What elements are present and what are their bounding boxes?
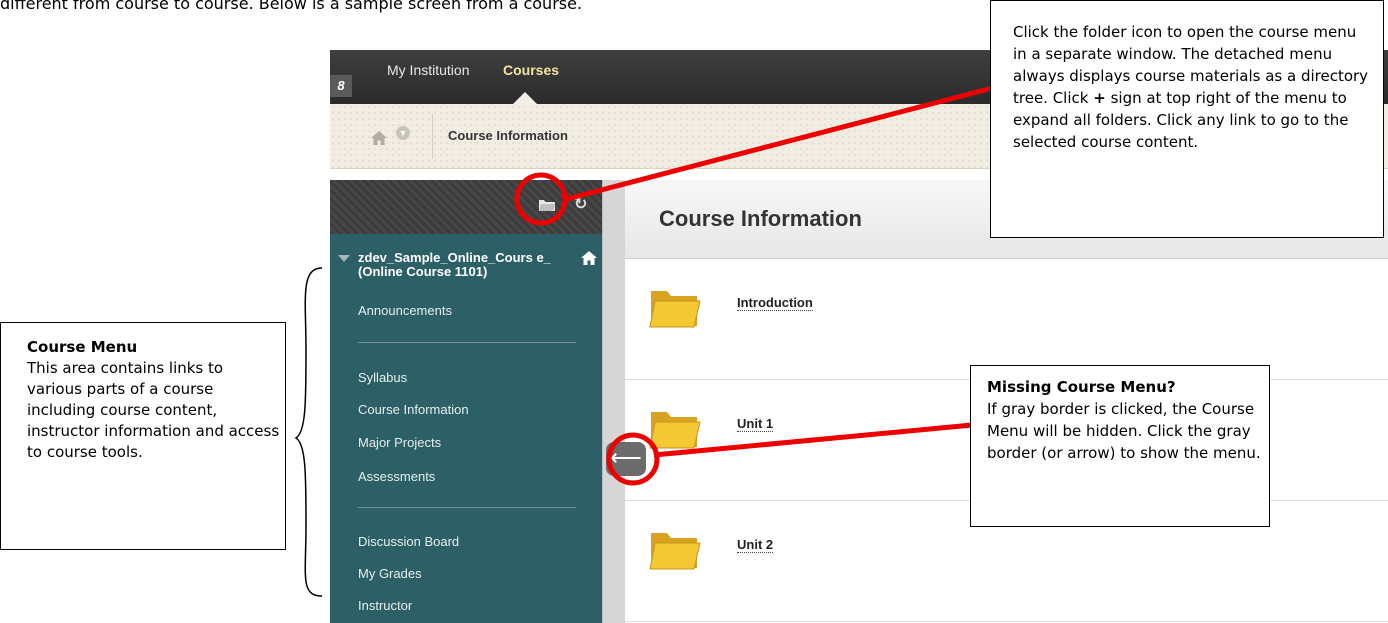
folder-icon[interactable] <box>649 527 701 571</box>
intro-text: different from course to course. Below i… <box>0 0 583 13</box>
content-item: Introduction <box>625 259 1388 380</box>
callout-body: This area contains links to various part… <box>27 359 280 461</box>
menu-item-major-projects[interactable]: Major Projects <box>358 435 441 450</box>
menu-divider <box>358 507 576 508</box>
home-icon[interactable] <box>370 130 388 146</box>
folder-icon[interactable] <box>649 406 701 450</box>
course-home-icon[interactable] <box>580 250 598 266</box>
callout-body: If gray border is clicked, the Course Me… <box>987 400 1261 462</box>
pin-icon[interactable]: 8 <box>330 75 352 97</box>
collapse-caret-icon[interactable] <box>338 255 350 262</box>
folder-icon-callout: Click the folder icon to open the course… <box>990 0 1384 238</box>
missing-menu-callout: Missing Course Menu? If gray border is c… <box>970 365 1270 527</box>
menu-item-syllabus[interactable]: Syllabus <box>358 370 407 385</box>
callout-heading: Missing Course Menu? <box>987 378 1176 396</box>
course-menu: ↻ zdev_Sample_Online_Cours e_ (Online Co… <box>330 180 602 623</box>
callout-heading: Course Menu <box>27 338 138 356</box>
menu-item-course-information[interactable]: Course Information <box>358 402 469 417</box>
folder-icon[interactable] <box>538 198 556 212</box>
refresh-icon[interactable]: ↻ <box>574 194 587 214</box>
course-menu-bracket <box>294 267 323 597</box>
menu-item-instructor[interactable]: Instructor <box>358 598 412 613</box>
course-menu-border[interactable] <box>602 180 625 623</box>
tab-courses[interactable]: Courses <box>503 62 559 78</box>
chevron-down-icon[interactable]: ▼ <box>396 126 410 140</box>
tab-my-institution[interactable]: My Institution <box>387 62 469 78</box>
folder-icon[interactable] <box>649 285 701 329</box>
callout-bold-text: + <box>1093 89 1106 107</box>
menu-item-my-grades[interactable]: My Grades <box>358 566 422 581</box>
menu-item-assessments[interactable]: Assessments <box>358 469 435 484</box>
course-title[interactable]: zdev_Sample_Online_Cours e_ (Online Cour… <box>358 251 583 279</box>
content-item-title[interactable]: Unit 1 <box>737 416 774 432</box>
breadcrumb-divider <box>432 114 433 158</box>
menu-divider <box>358 342 576 343</box>
course-menu-callout: Course Menu This area contains links to … <box>0 322 286 550</box>
content-item-title[interactable]: Unit 2 <box>737 537 774 553</box>
course-menu-toolbar: ↻ <box>330 180 602 234</box>
menu-item-discussion-board[interactable]: Discussion Board <box>358 534 459 549</box>
content-item-title[interactable]: Introduction <box>737 295 813 311</box>
page-title: Course Information <box>659 206 862 231</box>
menu-item-announcements[interactable]: Announcements <box>358 303 452 318</box>
breadcrumb-current[interactable]: Course Information <box>448 128 568 143</box>
